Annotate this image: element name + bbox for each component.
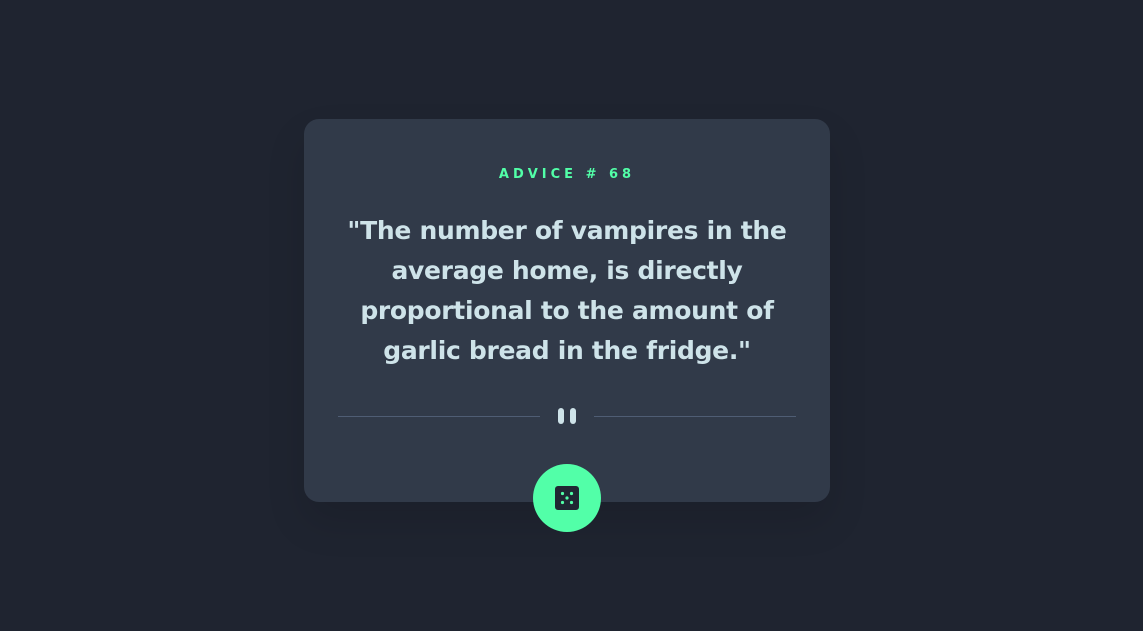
pattern-divider — [338, 406, 796, 426]
advice-id-label: ADVICE # 68 — [498, 167, 636, 182]
dice-icon — [555, 486, 579, 510]
pause-icon — [540, 406, 594, 426]
divider-line-left — [338, 415, 540, 417]
generate-advice-button[interactable] — [533, 464, 601, 532]
advice-card: ADVICE # 68 "The number of vampires in t… — [304, 119, 830, 502]
pause-bar-left — [558, 408, 564, 424]
pause-bar-right — [570, 408, 576, 424]
advice-quote: "The number of vampires in the average h… — [347, 216, 787, 365]
divider-line-right — [594, 415, 796, 417]
